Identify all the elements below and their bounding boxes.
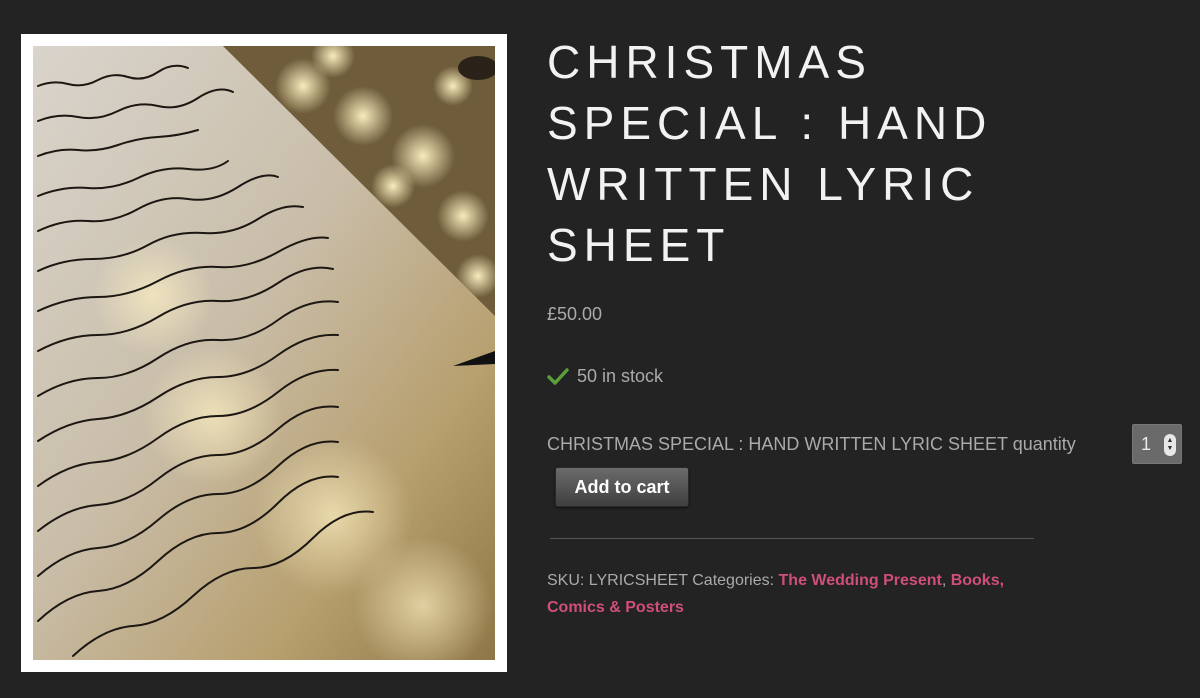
product-summary: CHRISTMAS SPECIAL : HAND WRITTEN LYRIC S… xyxy=(547,32,1187,616)
product-meta: SKU: LYRICSHEET Categories: The Wedding … xyxy=(547,567,1047,621)
quantity-label: CHRISTMAS SPECIAL : HAND WRITTEN LYRIC S… xyxy=(547,434,1076,454)
product-image[interactable] xyxy=(33,46,495,660)
sku-value: LYRICSHEET xyxy=(588,572,688,589)
sku-label: SKU: xyxy=(547,572,585,589)
chevron-up-icon[interactable]: ▲ xyxy=(1167,437,1174,445)
product-title: CHRISTMAS SPECIAL : HAND WRITTEN LYRIC S… xyxy=(547,36,993,271)
product-price: £50.00 xyxy=(547,304,603,324)
categories-label: Categories: xyxy=(692,572,775,589)
category-separator: , xyxy=(941,572,951,589)
quantity-value: 1 xyxy=(1141,433,1152,454)
quantity-input[interactable]: 1 ▲ ▼ xyxy=(1132,424,1182,464)
stock-text: 50 in stock xyxy=(577,366,664,386)
spinner-icon[interactable]: ▲ ▼ xyxy=(1164,434,1176,456)
add-to-cart-button[interactable]: Add to cart xyxy=(555,467,689,507)
stock-status: 50 in stock xyxy=(547,366,663,387)
chevron-down-icon[interactable]: ▼ xyxy=(1167,445,1174,453)
check-icon xyxy=(547,367,569,385)
lyric-sheet-photo xyxy=(33,46,495,660)
product-image-frame[interactable] xyxy=(21,34,507,672)
quantity-row: CHRISTMAS SPECIAL : HAND WRITTEN LYRIC S… xyxy=(547,422,1187,468)
divider xyxy=(550,538,1034,539)
category-link-wedding-present[interactable]: The Wedding Present xyxy=(779,572,942,589)
